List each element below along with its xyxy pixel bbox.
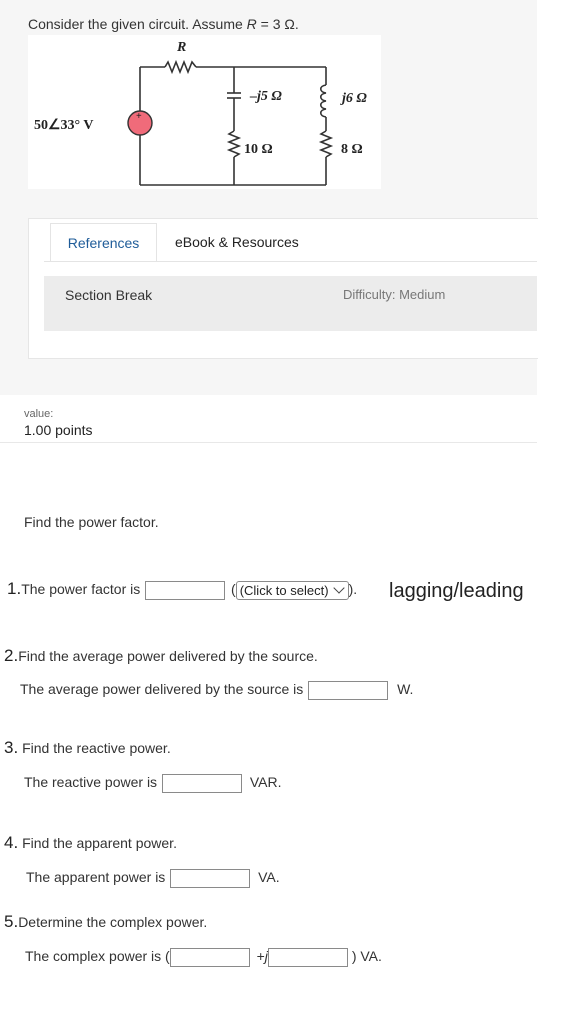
unit-va: VA. (258, 869, 280, 886)
question-5-prompt: 5.Determine the complex power. (4, 912, 208, 931)
question-4-text: The apparent power is (26, 869, 166, 886)
prompt-power-factor: Find the power factor. (24, 514, 159, 530)
divider (0, 442, 537, 443)
label-source: 50∠33° V (34, 118, 94, 133)
question-2-text: The average power delivered by the sourc… (20, 681, 304, 698)
circuit-diagram: + R 50∠33° V –j5 Ω 10 Ω j6 Ω 8 Ω (28, 35, 381, 189)
apparent-power-input[interactable] (170, 869, 251, 888)
label-inductor: j6 Ω (340, 91, 367, 106)
question-1: 1.The power factor is ((Click to select)… (7, 579, 358, 600)
question-5: The complex power is ( +j ) VA. (25, 948, 382, 967)
label-capacitor: –j5 Ω (249, 89, 282, 104)
complex-power-imag-input[interactable] (267, 948, 348, 967)
question-2-prompt: 2.Find the average power delivered by th… (4, 646, 318, 665)
unit-va-complex: ) VA. (351, 948, 382, 965)
source-polarity: + (136, 111, 142, 122)
question-1-number: 1. (7, 579, 22, 598)
tab-divider (44, 261, 537, 262)
complex-power-real-input[interactable] (169, 948, 250, 967)
power-factor-input[interactable] (145, 580, 226, 600)
question-3-text: The reactive power is (24, 774, 158, 791)
chevron-down-icon (332, 582, 345, 594)
label-r: R (176, 40, 186, 55)
unit-var: VAR. (249, 774, 282, 791)
average-power-input[interactable] (308, 681, 389, 700)
label-resistor-10: 10 Ω (244, 142, 273, 157)
value-label: value: (24, 408, 54, 420)
question-text: Consider the given circuit. Assume R = 3… (28, 16, 299, 32)
section-break-box (44, 276, 537, 331)
section-break-label: Section Break (65, 287, 153, 303)
label-resistor-8: 8 Ω (341, 142, 363, 157)
reactive-power-input[interactable] (161, 774, 242, 793)
tab-ebook-resources[interactable]: eBook & Resources (175, 223, 299, 261)
question-4: The apparent power is VA. (26, 869, 280, 888)
question-4-prompt: 4. Find the apparent power. (4, 833, 177, 852)
question-3-prompt: 3. Find the reactive power. (4, 738, 171, 757)
question-4-number: 4. (4, 833, 19, 852)
tab-references[interactable]: References (50, 223, 157, 262)
question-3: The reactive power is VAR. (24, 774, 281, 793)
question-1-text: The power factor is (21, 581, 141, 597)
unit-w: W. (397, 681, 414, 698)
question-5-text: The complex power is ( (25, 948, 170, 965)
value-points: 1.00 points (24, 422, 93, 438)
question-3-number: 3. (4, 738, 19, 757)
question-5-number: 5. (4, 912, 19, 931)
difficulty-label: Difficulty: Medium (343, 287, 446, 302)
question-2-number: 2. (4, 646, 19, 665)
handwritten-note: lagging/leading (389, 580, 524, 602)
question-2: The average power delivered by the sourc… (20, 681, 413, 700)
lagging-leading-select[interactable]: (Click to select) (235, 580, 349, 600)
